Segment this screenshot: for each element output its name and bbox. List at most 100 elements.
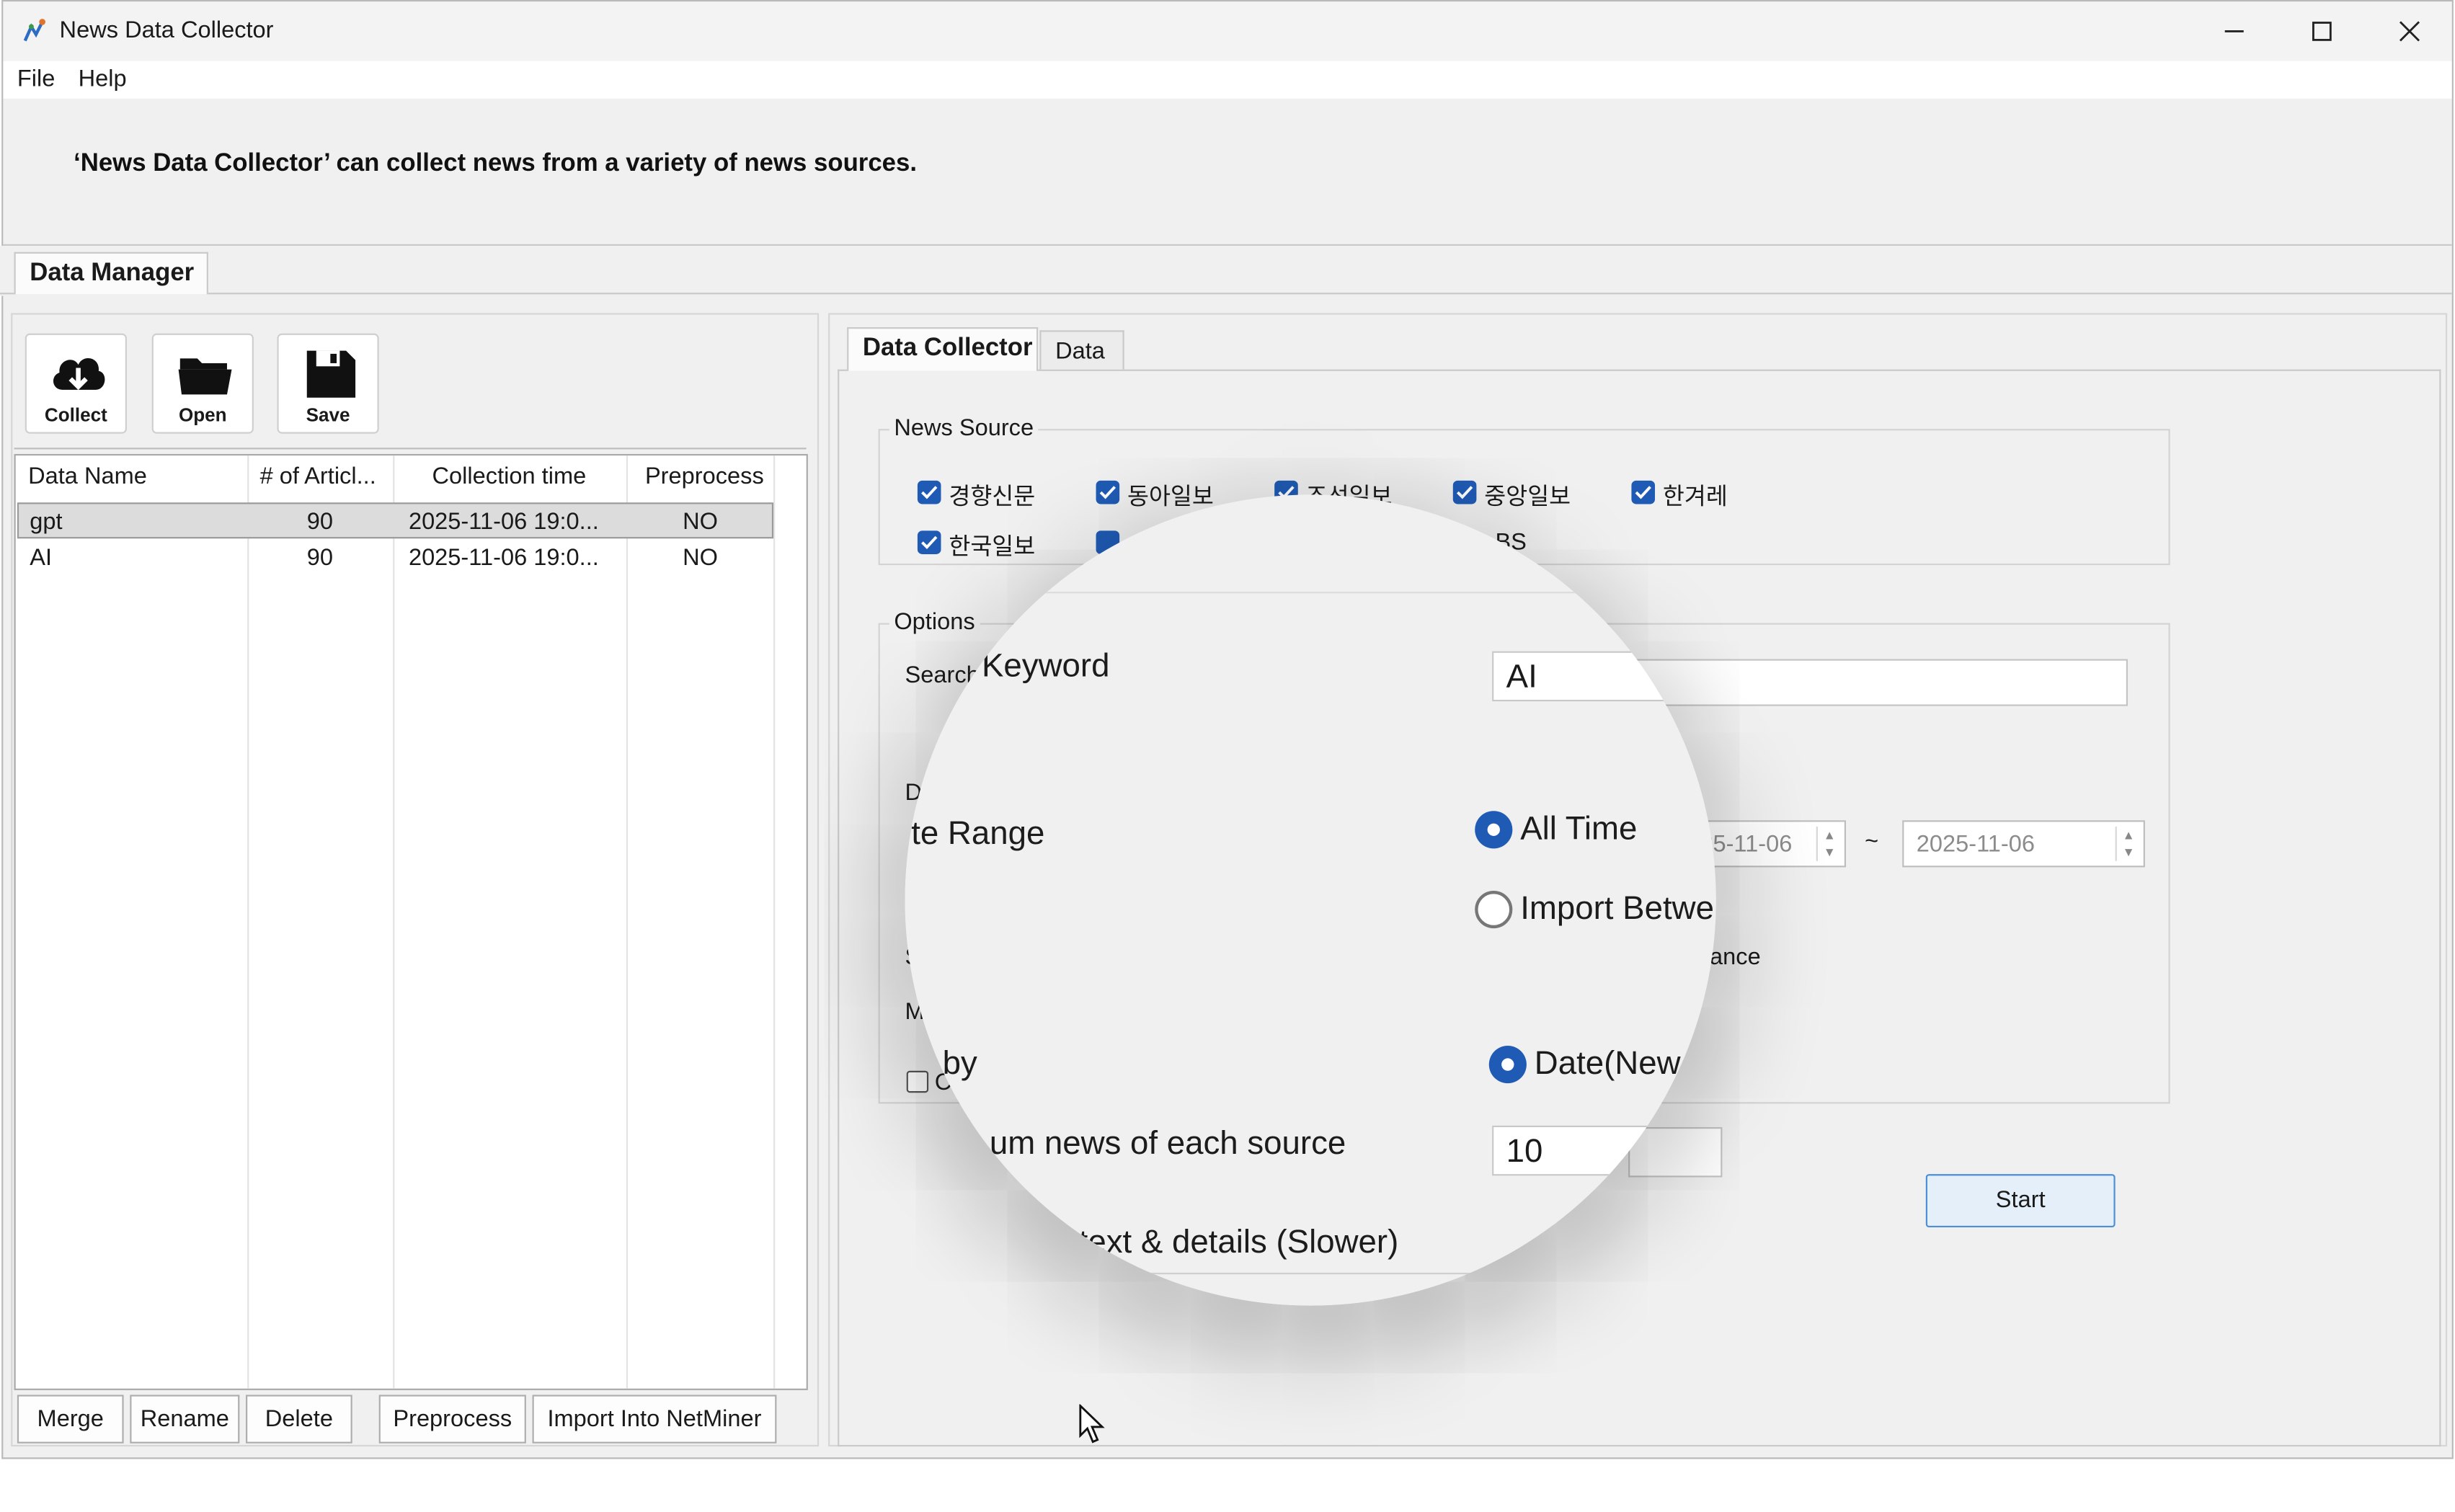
cell-collection-time: 2025-11-06 19:0... — [408, 508, 599, 535]
date-separator: ~ — [1865, 828, 1879, 855]
maximize-icon — [2312, 22, 2332, 41]
full-text-checkbox[interactable] — [906, 1070, 929, 1093]
column-header-data-name[interactable]: Data Name — [28, 463, 147, 490]
date-range-label-zoomed: te Range — [911, 815, 1045, 852]
close-icon — [2399, 21, 2420, 42]
spin-down-icon[interactable]: ▼ — [1818, 844, 1842, 861]
source-label: 한국일보 — [949, 533, 1036, 561]
checkbox-joongang[interactable] — [1452, 480, 1477, 504]
column-divider — [773, 455, 776, 1389]
source-label: 동아일보 — [1127, 484, 1214, 511]
close-button[interactable] — [2366, 1, 2451, 61]
outer-tab-divider — [0, 293, 2452, 295]
app-logo-icon — [22, 17, 50, 45]
checkmark-icon — [1635, 486, 1651, 499]
import-into-netminer-button[interactable]: Import Into NetMiner — [532, 1395, 777, 1444]
merge-button[interactable]: Merge — [17, 1395, 124, 1444]
sort-relevance-label: ance — [1710, 943, 1761, 971]
date-from-spinner[interactable]: ▲ ▼ — [1816, 826, 1842, 861]
cell-articles: 90 — [306, 544, 333, 572]
open-button[interactable]: Open — [151, 333, 254, 434]
source-label: 중앙일보 — [1484, 484, 1571, 511]
column-header-collection-time[interactable]: Collection time — [432, 463, 587, 490]
checkmark-icon — [1099, 486, 1116, 499]
cell-collection-time: 2025-11-06 19:0... — [408, 544, 599, 572]
date-to-spinner[interactable]: ▲ ▼ — [2115, 826, 2141, 861]
rename-button[interactable]: Rename — [130, 1395, 240, 1444]
radio-import-between-label: Import Betwe — [1520, 890, 1714, 927]
folder-open-icon — [178, 358, 232, 395]
column-header-articles[interactable]: # of Articl... — [260, 463, 376, 490]
cell-preprocess: NO — [683, 544, 718, 572]
table-row-selected[interactable]: gpt 90 2025-11-06 19:0... NO — [17, 502, 774, 539]
maximize-button[interactable] — [2278, 1, 2366, 61]
source-label: 한겨레 — [1662, 484, 1728, 511]
source-label: 경향신문 — [949, 484, 1036, 511]
checkbox-hankook[interactable] — [917, 530, 941, 554]
start-button[interactable]: Start — [1925, 1174, 2116, 1228]
spin-down-icon[interactable]: ▼ — [2117, 844, 2141, 861]
menu-bar: File Help — [3, 61, 2452, 99]
tab-data-manager[interactable]: Data Manager — [14, 252, 208, 295]
open-label: Open — [178, 404, 227, 426]
inner-tab-divider — [838, 369, 2441, 371]
spin-up-icon[interactable]: ▲ — [2117, 827, 2141, 844]
outer-tab-strip — [0, 246, 2452, 296]
keyword-input[interactable]: AI — [1492, 651, 1716, 702]
cell-data-name: AI — [30, 544, 53, 572]
cell-articles: 90 — [306, 508, 333, 535]
max-news-label-zoomed: um news of each source — [989, 1125, 1346, 1162]
delete-button[interactable]: Delete — [246, 1395, 352, 1444]
save-button[interactable]: Save — [277, 333, 379, 434]
keyword-value: AI — [1506, 659, 1537, 695]
lens-divider — [905, 592, 1716, 594]
spin-up-icon[interactable]: ▲ — [1818, 827, 1842, 844]
collect-button[interactable]: Collect — [25, 333, 127, 434]
window-title: News Data Collector — [59, 17, 274, 44]
checkbox-kyunghyang[interactable] — [917, 480, 941, 504]
cell-preprocess: NO — [683, 508, 718, 535]
checkmark-icon — [921, 486, 938, 499]
preprocess-button[interactable]: Preprocess — [378, 1395, 526, 1444]
menu-help[interactable]: Help — [79, 66, 127, 92]
radio-sort-date-label: Date(New — [1534, 1046, 1681, 1082]
tab-data[interactable]: Data — [1039, 330, 1124, 370]
menu-file[interactable]: File — [17, 66, 56, 92]
cell-data-name: gpt — [30, 508, 63, 535]
news-source-title: News Source — [889, 414, 1039, 442]
checkmark-icon — [1456, 486, 1473, 499]
full-text-label-zoomed: text & details (Slower) — [1078, 1224, 1399, 1260]
radio-all-time-label: All Time — [1520, 811, 1638, 848]
column-divider — [393, 455, 395, 1389]
minimize-icon — [2224, 30, 2244, 32]
column-header-preprocess[interactable]: Preprocess — [645, 463, 764, 490]
radio-import-between[interactable] — [1475, 890, 1513, 929]
tab-data-collector[interactable]: Data Collector — [847, 326, 1039, 371]
radio-all-time[interactable] — [1475, 811, 1513, 849]
table-row[interactable]: AI 90 2025-11-06 19:0... NO — [17, 540, 773, 576]
data-list-table[interactable] — [14, 453, 808, 1390]
collect-label: Collect — [44, 404, 107, 426]
options-title: Options — [889, 608, 980, 636]
save-label: Save — [306, 404, 350, 426]
column-divider — [247, 455, 249, 1389]
max-news-input-zoomed[interactable]: 10 — [1492, 1125, 1716, 1176]
column-divider — [626, 455, 629, 1389]
checkbox-donga[interactable] — [1096, 480, 1120, 504]
toolbar-divider — [14, 448, 807, 450]
date-to-value: 2025-11-06 — [1916, 831, 2036, 858]
banner-description: ‘News Data Collector’ can collect news f… — [74, 150, 917, 177]
checkmark-icon — [921, 535, 938, 550]
radio-sort-date[interactable] — [1488, 1046, 1527, 1084]
cloud-download-icon — [53, 357, 105, 391]
date-to-input[interactable]: 2025-11-06 ▲ ▼ — [1902, 820, 2145, 868]
lens-divider — [905, 1272, 1716, 1275]
max-news-value: 10 — [1506, 1133, 1543, 1170]
magnifier-lens: Keyword AI te Range All Time Import Betw… — [905, 494, 1716, 1306]
keyword-label: Keyword — [981, 648, 1110, 685]
title-bar[interactable]: News Data Collector — [3, 1, 2452, 61]
minimize-button[interactable] — [2190, 1, 2278, 61]
floppy-disk-icon — [306, 350, 356, 398]
mouse-pointer-icon — [1079, 1403, 1107, 1452]
checkbox-hankyoreh[interactable] — [1631, 480, 1656, 504]
